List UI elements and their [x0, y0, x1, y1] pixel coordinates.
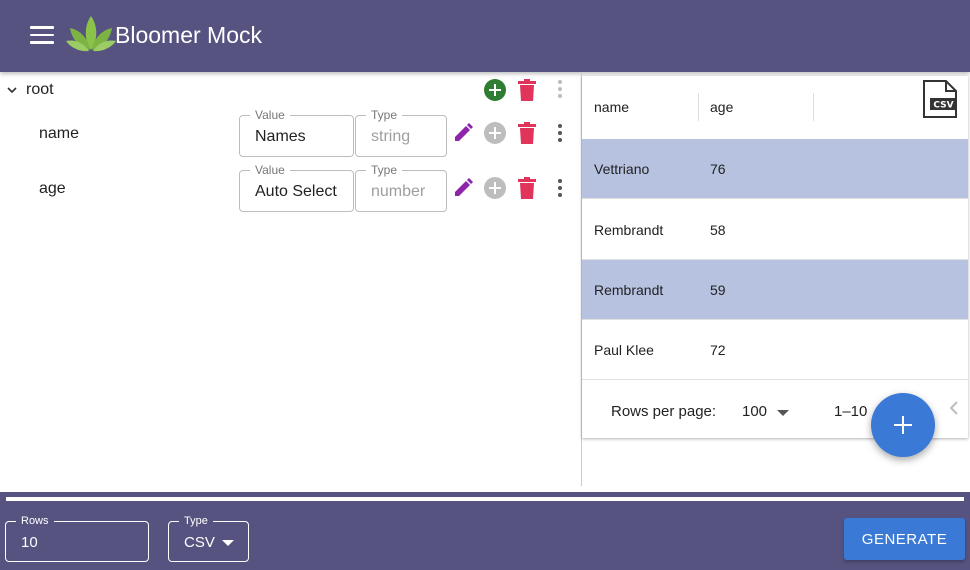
chevron-down-icon[interactable] [6, 84, 18, 96]
chevron-left-icon[interactable] [948, 401, 960, 415]
delete-icon[interactable] [518, 177, 536, 199]
column-separator [813, 93, 814, 121]
type-label: Type [366, 163, 403, 177]
field-name-label: name [39, 125, 80, 142]
cell-age: 59 [710, 282, 726, 298]
type-field[interactable]: Type number [355, 163, 447, 212]
cell-name: Rembrandt [594, 282, 664, 298]
delete-icon[interactable] [518, 79, 536, 101]
add-row-fab[interactable] [871, 393, 935, 457]
value-select[interactable]: Value Auto Select [239, 163, 354, 212]
type-text: number [371, 183, 426, 200]
type-value: CSV [184, 534, 215, 551]
preview-table: name age CSV Vettriano 76 Rembrandt 58 R… [582, 76, 968, 438]
column-header-age[interactable]: age [710, 99, 733, 115]
rows-per-page-select[interactable]: 100 [742, 403, 767, 420]
value-text: Names [255, 128, 306, 145]
cell-age: 58 [710, 222, 726, 238]
type-label: Type [366, 108, 403, 122]
pagination-range: 1–10 [834, 403, 868, 420]
rows-input[interactable]: Rows 10 [5, 514, 149, 562]
table-row[interactable]: Vettriano 76 [582, 139, 968, 199]
more-vert-icon[interactable] [558, 179, 562, 200]
cell-name: Paul Klee [594, 342, 654, 358]
field-age-label: age [39, 180, 66, 197]
cell-age: 76 [710, 161, 726, 177]
value-label: Value [250, 163, 290, 177]
menu-icon[interactable] [30, 26, 54, 46]
progress-bar [6, 497, 964, 501]
column-header-name[interactable]: name [594, 99, 629, 115]
app-title: Bloomer Mock [115, 22, 262, 48]
arrow-drop-down-icon [222, 540, 234, 546]
csv-icon-text: CSV [933, 101, 953, 111]
table-row[interactable]: Paul Klee 72 [582, 320, 968, 380]
more-vert-icon[interactable] [558, 124, 562, 145]
rows-label: Rows [16, 514, 54, 528]
table-row[interactable]: Rembrandt 58 [582, 200, 968, 260]
table-row[interactable]: Rembrandt 59 [582, 260, 968, 320]
type-text: string [371, 128, 411, 145]
edit-icon[interactable] [452, 177, 474, 199]
value-select[interactable]: Value Names [239, 108, 354, 157]
value-label: Value [250, 108, 290, 122]
rows-value: 10 [21, 534, 38, 551]
app-bar: Bloomer Mock [0, 0, 970, 72]
type-select[interactable]: Type CSV [168, 514, 249, 562]
cell-name: Rembrandt [594, 222, 664, 238]
generate-button[interactable]: GENERATE [844, 518, 965, 560]
column-separator [698, 93, 699, 121]
more-vert-icon[interactable] [558, 80, 562, 101]
arrow-drop-down-icon[interactable] [777, 410, 789, 416]
cell-name: Vettriano [594, 161, 650, 177]
rows-per-page-label: Rows per page: [611, 403, 717, 420]
add-circle-icon[interactable] [484, 177, 506, 199]
type-label: Type [179, 514, 213, 528]
bottom-toolbar: Rows 10 Type CSV GENERATE [0, 492, 970, 570]
edit-icon[interactable] [452, 122, 474, 144]
add-circle-icon[interactable] [484, 122, 506, 144]
value-text: Auto Select [255, 183, 337, 200]
tree-root-label: root [26, 81, 54, 98]
leaf-logo-icon [66, 16, 116, 52]
type-field[interactable]: Type string [355, 108, 447, 157]
csv-file-icon[interactable]: CSV [922, 80, 958, 118]
add-circle-icon[interactable] [484, 79, 506, 101]
delete-icon[interactable] [518, 122, 536, 144]
cell-age: 72 [710, 342, 726, 358]
